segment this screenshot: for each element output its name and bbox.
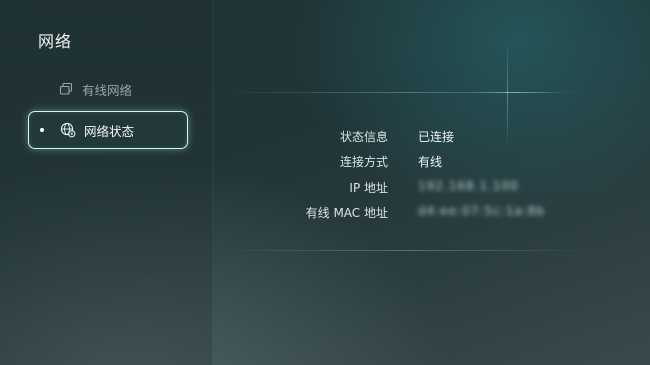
status-label: 有线 MAC 地址 (305, 206, 388, 220)
sidebar-item-wired-network[interactable]: 有线网络 (58, 78, 132, 100)
status-label: IP 地址 (349, 181, 388, 195)
selected-bullet-icon (40, 128, 44, 132)
status-label: 连接方式 (339, 155, 388, 169)
sidebar-item-label: 网络状态 (84, 123, 135, 139)
globe-settings-icon (60, 122, 76, 138)
page-title: 网络 (38, 32, 73, 51)
divider (238, 250, 578, 251)
status-value: 已连接 (418, 130, 455, 144)
sidebar-item-label: 有线网络 (82, 82, 133, 98)
status-row-mac-address: 有线 MAC 地址 d4:ee:07:5c:1a:8b (238, 204, 578, 224)
status-row-state: 状态信息 已连接 (238, 128, 578, 148)
sidebar-item-network-status[interactable]: 网络状态 (28, 111, 188, 149)
sidebar (0, 0, 213, 365)
wired-network-icon (58, 81, 74, 97)
status-value: 有线 (418, 155, 443, 169)
ip-address-value: 192.168.1.100 (418, 179, 519, 193)
status-row-ip-address: IP 地址 192.168.1.100 (238, 179, 578, 199)
decorative-glow-line (470, 92, 560, 93)
status-label: 状态信息 (339, 130, 388, 144)
mac-address-value: d4:ee:07:5c:1a:8b (418, 204, 545, 218)
status-row-connection-type: 连接方式 有线 (238, 153, 578, 173)
